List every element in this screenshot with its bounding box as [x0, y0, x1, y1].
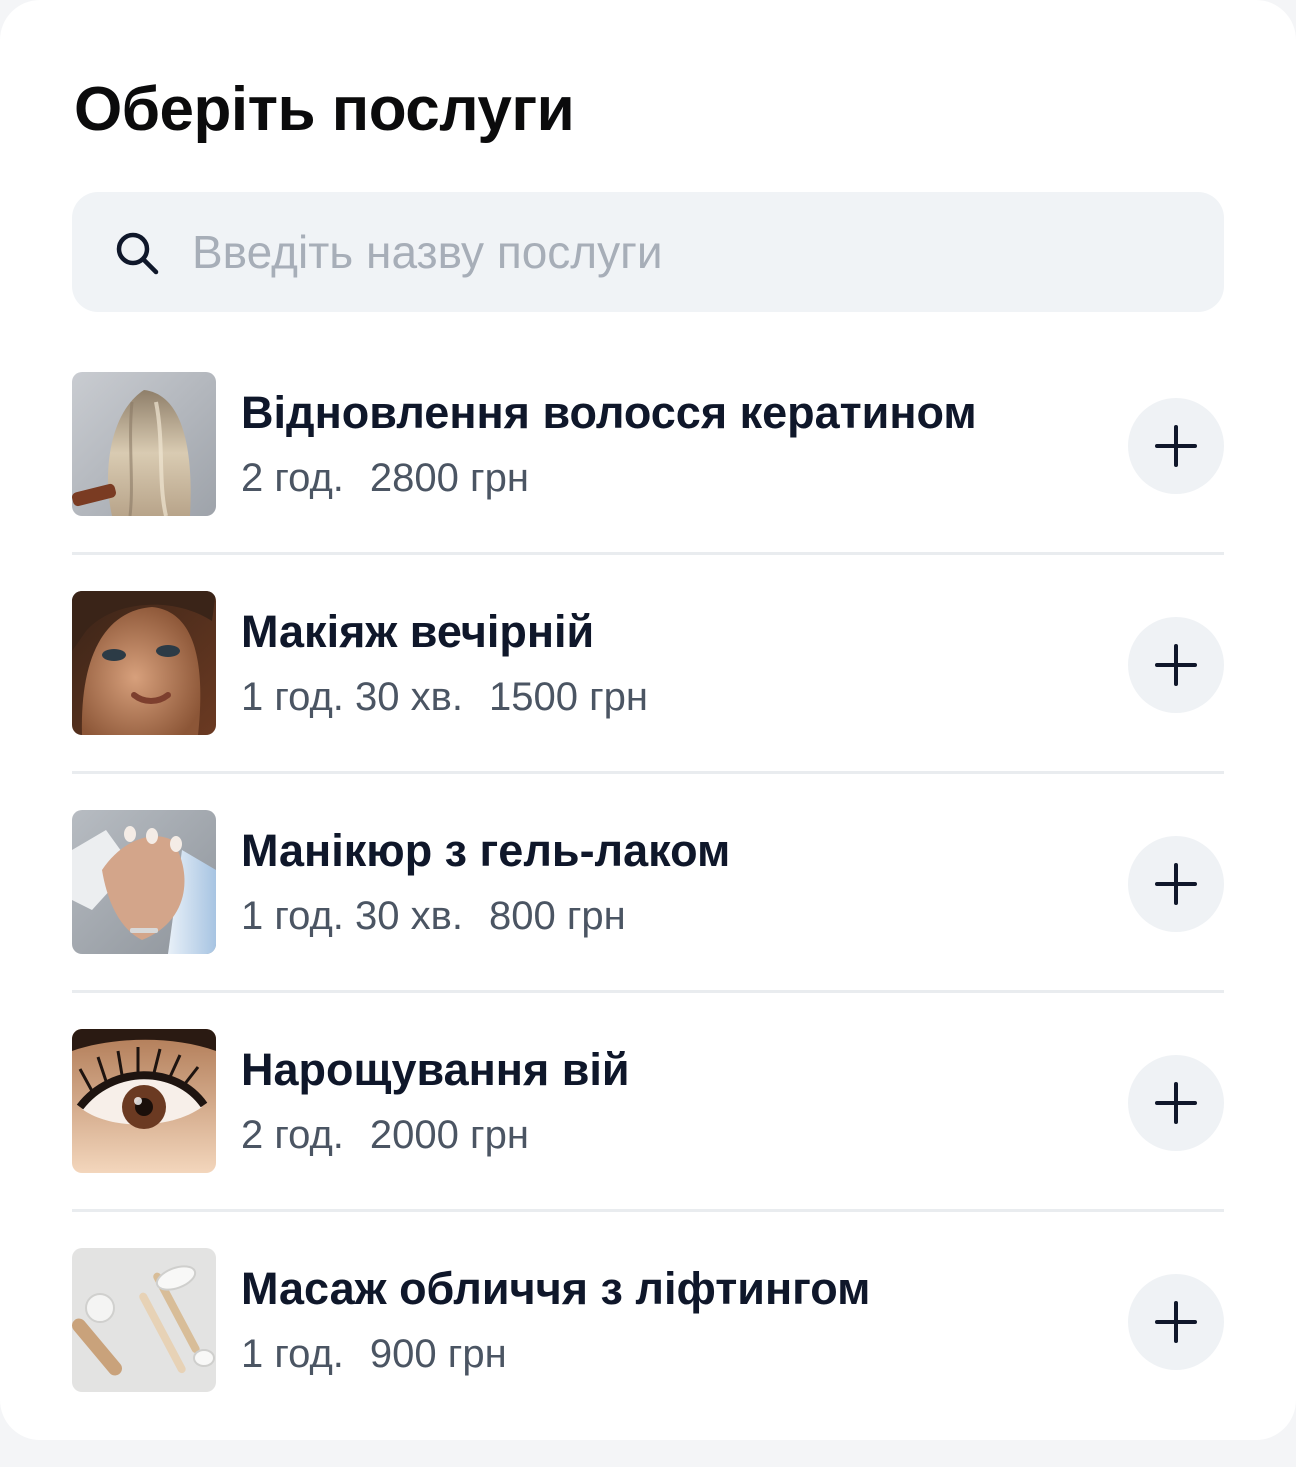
service-name: Макіяж вечірній	[241, 606, 595, 657]
divider	[72, 990, 1224, 993]
service-duration: 1 год.	[241, 1332, 344, 1376]
makeup-photo	[72, 591, 216, 735]
service-item: Нарощування вій 2 год. 2000 грн	[72, 1029, 1224, 1248]
service-duration: 2 год.	[241, 1113, 344, 1157]
hair-photo	[72, 372, 216, 516]
service-meta: 1 год. 30 хв. 800 грн	[241, 890, 626, 942]
service-item: Макіяж вечірній 1 год. 30 хв. 1500 грн	[72, 591, 1224, 810]
add-service-button[interactable]	[1128, 617, 1224, 713]
add-service-button[interactable]	[1128, 1274, 1224, 1370]
search-input[interactable]	[192, 220, 1192, 284]
service-price: 800 грн	[488, 894, 626, 938]
service-name: Масаж обличчя з ліфтингом	[241, 1263, 871, 1314]
search-bar[interactable]	[72, 192, 1224, 312]
service-duration: 2 год.	[241, 456, 344, 500]
service-list: Відновлення волосся кератином 2 год. 2800…	[72, 372, 1224, 1467]
plus-icon	[1155, 644, 1197, 686]
face-massage-photo	[72, 1248, 216, 1392]
plus-icon	[1155, 425, 1197, 467]
service-price: 900 грн	[369, 1332, 507, 1376]
eyelash-photo	[72, 1029, 216, 1173]
service-duration: 1 год. 30 хв.	[241, 675, 463, 719]
add-service-button[interactable]	[1128, 398, 1224, 494]
divider	[72, 1209, 1224, 1212]
service-price: 1500 грн	[488, 675, 649, 719]
service-meta: 1 год. 900 грн	[241, 1328, 507, 1380]
add-service-button[interactable]	[1128, 836, 1224, 932]
add-service-button[interactable]	[1128, 1055, 1224, 1151]
page-title: Оберіть послуги	[74, 75, 575, 144]
service-name: Відновлення волосся кератином	[241, 387, 977, 438]
manicure-photo	[72, 810, 216, 954]
service-duration: 1 год. 30 хв.	[241, 894, 463, 938]
service-price: 2800 грн	[369, 456, 529, 500]
service-meta: 2 год. 2800 грн	[241, 452, 529, 504]
divider	[72, 771, 1224, 774]
divider	[72, 552, 1224, 555]
service-meta: 1 год. 30 хв. 1500 грн	[241, 671, 648, 723]
plus-icon	[1155, 1082, 1197, 1124]
service-item: Масаж обличчя з ліфтингом 1 год. 900 грн	[72, 1248, 1224, 1467]
service-item: Манікюр з гель-лаком 1 год. 30 хв. 800 гр…	[72, 810, 1224, 1029]
service-item: Відновлення волосся кератином 2 год. 2800…	[72, 372, 1224, 591]
search-icon	[116, 232, 159, 275]
service-name: Манікюр з гель-лаком	[241, 825, 731, 876]
service-meta: 2 год. 2000 грн	[241, 1109, 529, 1161]
services-card: Оберіть послуги Введіть назву послуги Ві…	[0, 0, 1296, 1440]
plus-icon	[1155, 1301, 1197, 1343]
plus-icon	[1155, 863, 1197, 905]
service-price: 2000 грн	[369, 1113, 529, 1157]
service-name: Нарощування вій	[241, 1044, 630, 1095]
